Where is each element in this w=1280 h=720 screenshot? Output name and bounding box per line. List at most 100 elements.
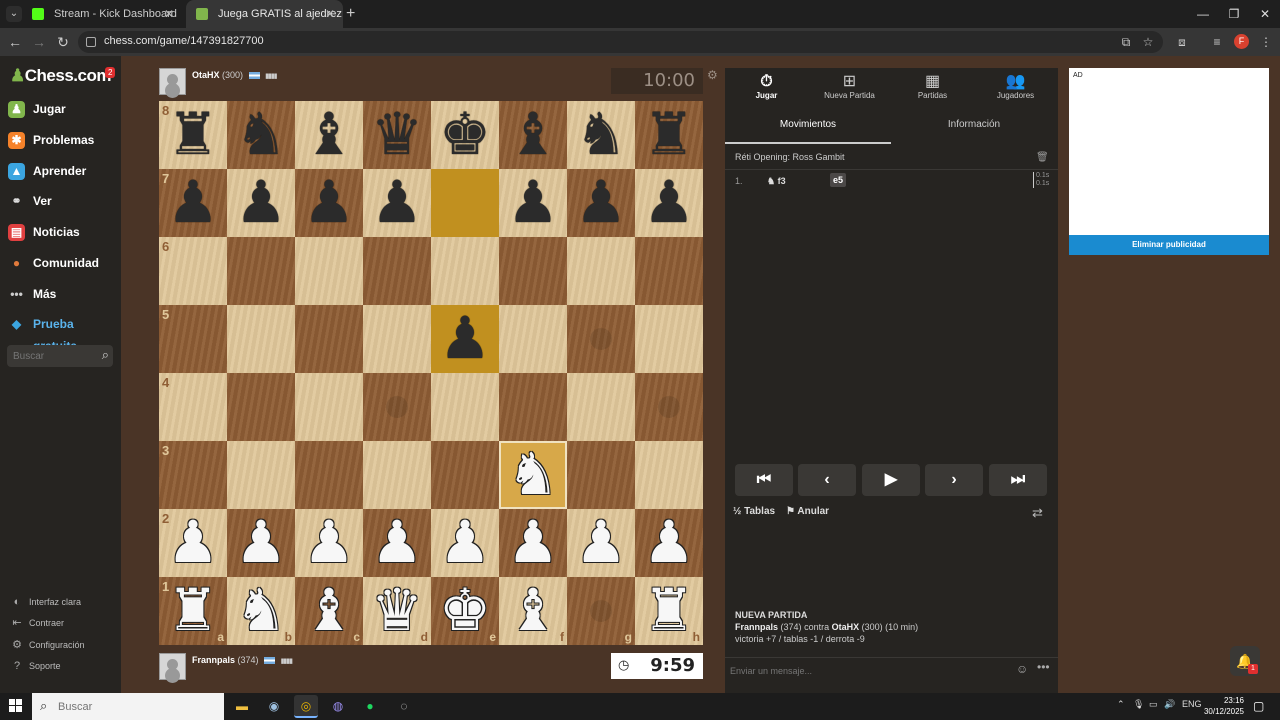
ad-box[interactable]: AD Eliminar publicidad: [1069, 68, 1269, 255]
spotify-icon[interactable]: ●: [358, 695, 382, 718]
square-c8[interactable]: ♝: [295, 101, 363, 169]
taskbar-search-input[interactable]: [58, 699, 208, 714]
square-h1[interactable]: h ♜: [635, 577, 703, 645]
bookmark-star-icon[interactable]: ☆: [1140, 34, 1156, 50]
black-pawn-icon[interactable]: ♟: [499, 169, 567, 237]
white-knight-icon[interactable]: ♞: [227, 577, 295, 645]
white-bishop-icon[interactable]: ♝: [295, 577, 363, 645]
move-hint[interactable]: [386, 396, 408, 418]
white-pawn-icon[interactable]: ♟: [159, 509, 227, 577]
sidebar-item-mas[interactable]: ••• Más: [8, 283, 118, 305]
chess-board[interactable]: 8 ♜ ♞ ♝ ♛ ♚ ♝ ♞ ♜ 7 ♟ ♟ ♟ ♟ ♟ ♟ ♟ 6 5 ♟ 4 3 ♞ 2 ♟ ♟ ♟ ♟ ♟ ♟ ♟ ♟ 1 a ♜ b ♞ c ♝ d…: [159, 101, 703, 645]
windows-start-icon[interactable]: [9, 699, 23, 713]
square-h6[interactable]: [635, 237, 703, 305]
sidebar-item-problemas[interactable]: ✱ Problemas: [8, 129, 118, 151]
square-c6[interactable]: [295, 237, 363, 305]
steam-icon[interactable]: ◉: [262, 695, 286, 718]
black-pawn-icon[interactable]: ♟: [567, 169, 635, 237]
draw-button[interactable]: ½ Tablas: [733, 506, 775, 517]
square-f8[interactable]: ♝: [499, 101, 567, 169]
volume-icon[interactable]: 🔊: [1164, 699, 1175, 710]
media-controls-icon[interactable]: ≡: [1209, 34, 1225, 50]
player-link[interactable]: Frannpals: [735, 622, 778, 632]
black-rook-icon[interactable]: ♜: [635, 101, 703, 169]
notifications-button[interactable]: 🔔 1: [1230, 646, 1260, 676]
player-link[interactable]: OtaHX: [832, 622, 860, 632]
abort-button[interactable]: ⚑ Anular: [786, 506, 829, 517]
square-b8[interactable]: ♞: [227, 101, 295, 169]
white-pawn-icon[interactable]: ♟: [567, 509, 635, 577]
square-g8[interactable]: ♞: [567, 101, 635, 169]
square-g5[interactable]: [567, 305, 635, 373]
minimize-button[interactable]: —: [1188, 0, 1218, 28]
tab-nueva-partida[interactable]: ⊞ Nueva Partida: [808, 68, 891, 108]
square-h3[interactable]: [635, 441, 703, 509]
remove-ads-button[interactable]: Eliminar publicidad: [1069, 235, 1269, 255]
black-bishop-icon[interactable]: ♝: [295, 101, 363, 169]
trash-icon[interactable]: 🗑: [1036, 152, 1049, 163]
square-c5[interactable]: [295, 305, 363, 373]
move-hint[interactable]: [658, 396, 680, 418]
profile-avatar[interactable]: F: [1234, 34, 1249, 49]
square-g1[interactable]: g: [567, 577, 635, 645]
language-indicator[interactable]: ENG: [1182, 699, 1202, 709]
black-pawn-icon[interactable]: ♟: [295, 169, 363, 237]
player-name[interactable]: Frannpals: [192, 655, 235, 665]
sidebar-footer-settings[interactable]: ⚙ Configuración: [10, 638, 84, 652]
square-h5[interactable]: [635, 305, 703, 373]
obs-icon[interactable]: ◌: [392, 695, 416, 718]
square-e8[interactable]: ♚: [431, 101, 499, 169]
sidebar-item-jugar[interactable]: ♟ Jugar: [8, 98, 118, 120]
square-f2[interactable]: ♟: [499, 509, 567, 577]
move-hint[interactable]: [590, 328, 612, 350]
taskbar-search[interactable]: ⌕: [32, 693, 224, 720]
square-a7[interactable]: 7 ♟: [159, 169, 227, 237]
square-f1[interactable]: f ♝: [499, 577, 567, 645]
next-move-button[interactable]: ›: [925, 464, 983, 496]
url-bar[interactable]: chess.com/game/147391827700: [78, 31, 1163, 53]
chrome-icon[interactable]: ◎: [294, 695, 318, 718]
site-info-icon[interactable]: [86, 37, 96, 47]
square-h2[interactable]: ♟: [635, 509, 703, 577]
white-pawn-icon[interactable]: ♟: [499, 509, 567, 577]
sidebar-item-prueba-gratuita[interactable]: ◆ Prueba gratuita: [8, 313, 118, 353]
move-hint[interactable]: [590, 600, 612, 622]
square-d3[interactable]: [363, 441, 431, 509]
square-e2[interactable]: ♟: [431, 509, 499, 577]
square-g6[interactable]: [567, 237, 635, 305]
network-icon[interactable]: ▭: [1149, 699, 1158, 710]
browser-tab-kick[interactable]: Stream - Kick Dashboard ✕: [22, 0, 182, 28]
url-text[interactable]: chess.com/game/147391827700: [104, 35, 264, 47]
notification-center-icon[interactable]: ▢: [1253, 699, 1264, 713]
square-c4[interactable]: [295, 373, 363, 441]
opening-name[interactable]: Réti Opening: Ross Gambit: [735, 152, 845, 162]
last-move-button[interactable]: ⏭: [989, 464, 1047, 496]
tab-partidas[interactable]: ▦ Partidas: [891, 68, 974, 108]
black-king-icon[interactable]: ♚: [431, 101, 499, 169]
black-move[interactable]: e5: [830, 173, 847, 187]
microphone-icon[interactable]: 🎙: [1133, 699, 1144, 710]
square-h8[interactable]: ♜: [635, 101, 703, 169]
white-queen-icon[interactable]: ♛: [363, 577, 431, 645]
square-g3[interactable]: [567, 441, 635, 509]
square-e6[interactable]: [431, 237, 499, 305]
square-f6[interactable]: [499, 237, 567, 305]
square-a8[interactable]: 8 ♜: [159, 101, 227, 169]
square-a3[interactable]: 3: [159, 441, 227, 509]
square-b7[interactable]: ♟: [227, 169, 295, 237]
close-icon[interactable]: ✕: [325, 0, 335, 28]
more-options-icon[interactable]: •••: [1037, 660, 1050, 674]
square-c3[interactable]: [295, 441, 363, 509]
sidebar-item-aprender[interactable]: ▲ Aprender: [8, 160, 118, 182]
white-pawn-icon[interactable]: ♟: [363, 509, 431, 577]
white-pawn-icon[interactable]: ♟: [635, 509, 703, 577]
square-h4[interactable]: [635, 373, 703, 441]
tab-jugadores[interactable]: 👥 Jugadores: [974, 68, 1057, 108]
avatar[interactable]: [159, 68, 186, 95]
white-pawn-icon[interactable]: ♟: [431, 509, 499, 577]
white-knight-icon[interactable]: ♞: [499, 441, 567, 509]
white-rook-icon[interactable]: ♜: [159, 577, 227, 645]
discord-icon[interactable]: ◍: [326, 695, 350, 718]
reload-icon[interactable]: ↻: [55, 34, 71, 50]
square-a2[interactable]: 2 ♟: [159, 509, 227, 577]
